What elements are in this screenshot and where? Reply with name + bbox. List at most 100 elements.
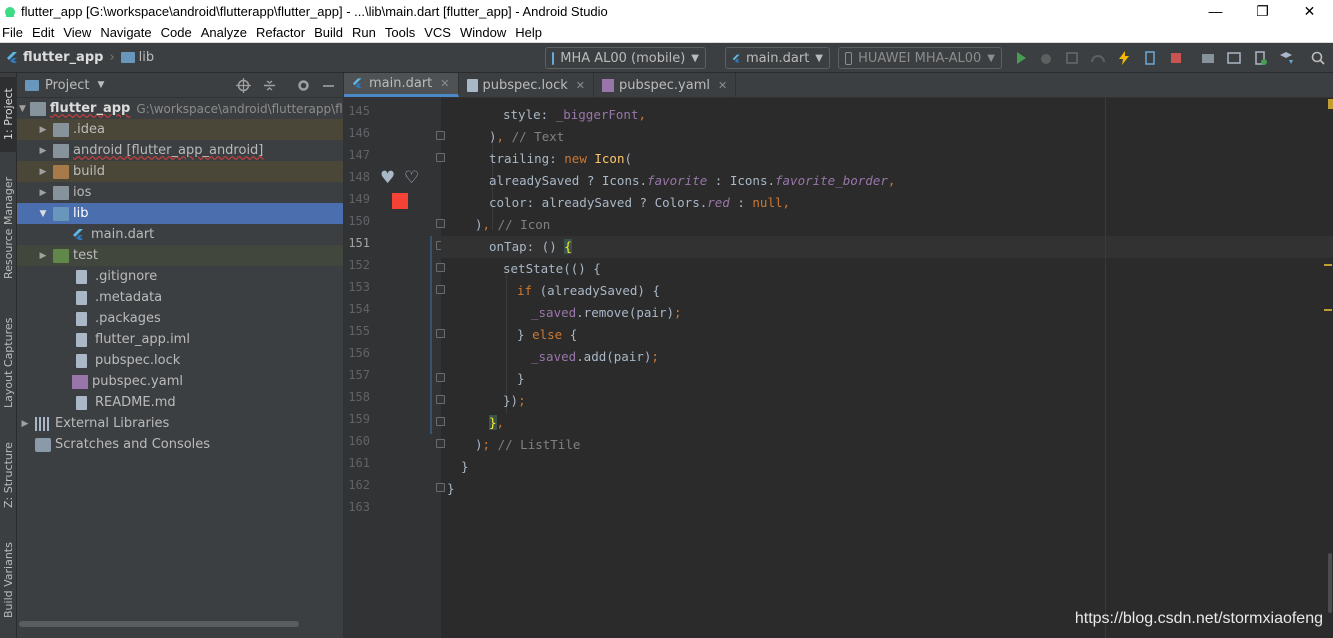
run-config-selector[interactable]: main.dart ▼ <box>725 47 830 69</box>
search-icon[interactable] <box>1310 50 1326 66</box>
tree-item-build[interactable]: ▶ build <box>17 161 343 182</box>
source-folder-icon <box>53 206 69 221</box>
locate-icon[interactable] <box>236 78 251 93</box>
line-number: 145 <box>348 104 370 118</box>
sdk-manager-icon[interactable] <box>1278 50 1294 66</box>
tree-item-readme[interactable]: README.md <box>17 392 343 413</box>
project-horizontal-scrollbar[interactable] <box>17 620 343 628</box>
tree-item-lib[interactable]: ▼ lib <box>17 203 343 224</box>
menu-refactor[interactable]: Refactor <box>254 25 310 40</box>
menu-run[interactable]: Run <box>350 25 381 40</box>
tab-pubspec-yaml[interactable]: pubspec.yaml ✕ <box>594 73 737 97</box>
flutter-icon <box>7 52 17 63</box>
menu-code[interactable]: Code <box>159 25 197 40</box>
profile-icon[interactable] <box>1090 50 1106 66</box>
chevron-down-icon[interactable]: ▼ <box>97 80 104 90</box>
menu-vcs[interactable]: VCS <box>422 25 456 40</box>
menu-edit[interactable]: Edit <box>30 25 59 40</box>
warning-stripe[interactable] <box>1324 264 1332 266</box>
editor-vertical-scrollbar[interactable] <box>1328 553 1332 613</box>
android-studio-icon <box>5 7 15 17</box>
tool-tab-project[interactable]: 1: Project <box>0 77 17 152</box>
tree-item-idea[interactable]: ▶ .idea <box>17 119 343 140</box>
menu-view[interactable]: View <box>61 25 96 40</box>
tree-item-flutter-app-iml[interactable]: flutter_app.iml <box>17 329 343 350</box>
favorite-icon: ♥ <box>380 168 396 188</box>
expand-arrow-icon[interactable]: ▼ <box>19 104 26 114</box>
debug-icon[interactable] <box>1038 50 1054 66</box>
expand-arrow-icon[interactable]: ▶ <box>37 125 49 135</box>
close-tab-icon[interactable]: ✕ <box>576 79 585 92</box>
tree-item-test[interactable]: ▶ test <box>17 245 343 266</box>
expand-arrow-icon[interactable]: ▶ <box>19 419 31 429</box>
menu-build[interactable]: Build <box>312 25 348 40</box>
tree-item-flutter-app[interactable]: ▼ flutter_app G:\workspace\android\flutt… <box>17 98 343 119</box>
breadcrumb-project[interactable]: flutter_app <box>23 50 103 65</box>
avd-manager-icon[interactable] <box>1226 50 1242 66</box>
breadcrumb: flutter_app › lib <box>6 50 154 65</box>
tool-tab-resource-manager[interactable]: Resource Manager <box>0 168 17 288</box>
menu-navigate[interactable]: Navigate <box>98 25 156 40</box>
tree-item-pubspec-yaml[interactable]: pubspec.yaml <box>17 371 343 392</box>
minimize-button[interactable]: — <box>1192 3 1239 19</box>
expand-arrow-icon[interactable]: ▶ <box>37 167 49 177</box>
tree-item-label: Scratches and Consoles <box>55 437 211 452</box>
menu-file[interactable]: File <box>0 25 28 40</box>
device-selector[interactable]: MHA AL00 (mobile) ▼ <box>545 47 706 69</box>
device-manager-icon[interactable] <box>1252 50 1268 66</box>
color-swatch-red[interactable] <box>392 193 408 209</box>
tree-item-label: lib <box>73 206 89 221</box>
menu-analyze[interactable]: Analyze <box>199 25 252 40</box>
menu-window[interactable]: Window <box>458 25 511 40</box>
tab-main-dart[interactable]: main.dart ✕ <box>344 73 459 97</box>
expand-arrow-icon[interactable]: ▶ <box>37 251 49 261</box>
sync-project-icon[interactable] <box>1200 50 1216 66</box>
warning-stripe[interactable] <box>1328 99 1333 109</box>
coverage-icon[interactable] <box>1064 50 1080 66</box>
tree-item-label: .gitignore <box>95 269 158 284</box>
line-number: 149 <box>348 192 370 206</box>
tree-item-scratches[interactable]: Scratches and Consoles <box>17 434 343 455</box>
tree-item-ios[interactable]: ▶ ios <box>17 182 343 203</box>
breadcrumb-folder[interactable]: lib <box>139 50 154 65</box>
tree-item-metadata[interactable]: .metadata <box>17 287 343 308</box>
line-number: 156 <box>348 346 370 360</box>
tree-item-pubspec-lock[interactable]: pubspec.lock <box>17 350 343 371</box>
menu-tools[interactable]: Tools <box>383 25 420 40</box>
menu-help[interactable]: Help <box>513 25 547 40</box>
library-icon <box>35 416 51 431</box>
code-line-159: }, <box>489 415 505 430</box>
expand-arrow-icon[interactable]: ▶ <box>37 146 49 156</box>
run-icon[interactable] <box>1013 50 1029 66</box>
expand-arrow-icon[interactable]: ▼ <box>37 209 49 219</box>
tree-item-gitignore[interactable]: .gitignore <box>17 266 343 287</box>
code-line-154: _saved.remove(pair); <box>531 305 682 320</box>
tool-tab-build-variants[interactable]: Build Variants <box>0 533 17 628</box>
project-view-selector[interactable]: Project <box>45 78 89 93</box>
close-tab-icon[interactable]: ✕ <box>718 79 727 92</box>
warning-stripe[interactable] <box>1324 309 1332 311</box>
tab-pubspec-lock[interactable]: pubspec.lock ✕ <box>459 73 595 97</box>
tool-tab-structure[interactable]: Z: Structure <box>0 433 17 518</box>
tool-tab-layout-captures[interactable]: Layout Captures <box>0 308 17 418</box>
expand-arrow-icon[interactable]: ▶ <box>37 188 49 198</box>
left-tool-strip: 1: Project Resource Manager Layout Captu… <box>0 73 17 638</box>
stop-icon[interactable] <box>1168 50 1184 66</box>
hide-panel-icon[interactable] <box>321 78 336 93</box>
close-button[interactable]: ✕ <box>1286 3 1333 20</box>
tree-item-main-dart[interactable]: main.dart <box>17 224 343 245</box>
close-tab-icon[interactable]: ✕ <box>440 77 449 90</box>
maximize-button[interactable]: ❐ <box>1239 3 1286 20</box>
tree-item-external-libraries[interactable]: ▶ External Libraries <box>17 413 343 434</box>
hot-restart-icon[interactable] <box>1142 50 1158 66</box>
tree-item-packages[interactable]: .packages <box>17 308 343 329</box>
scrollbar-thumb[interactable] <box>19 621 299 627</box>
phone-icon <box>552 51 555 65</box>
tree-item-android[interactable]: ▶ android [flutter_app_android] <box>17 140 343 161</box>
hot-reload-icon[interactable] <box>1116 50 1132 66</box>
collapse-all-icon[interactable] <box>262 78 277 93</box>
gear-icon[interactable] <box>296 78 311 93</box>
line-number: 153 <box>348 280 370 294</box>
target-device-selector[interactable]: HUAWEI MHA-AL00 ▼ <box>838 47 1002 69</box>
code-area[interactable]: style: _biggerFont, ), // Text trailing:… <box>441 98 1333 638</box>
